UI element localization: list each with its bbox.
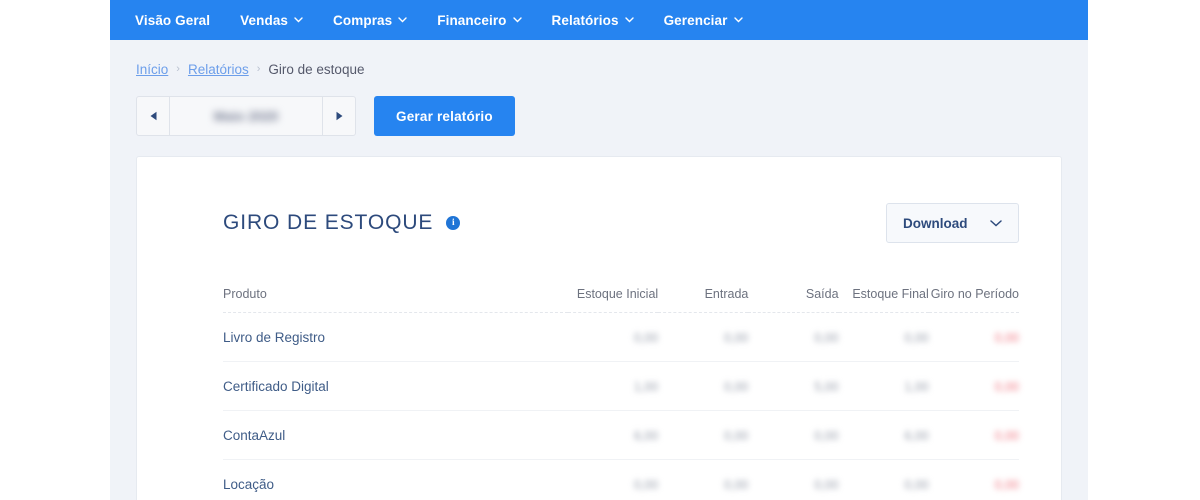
previous-period-button[interactable] [137,97,170,135]
cell-estoque-final: 0,00 [838,312,929,362]
value-estoque-inicial: 0,00 [633,478,659,492]
cell-giro: 0,00 [928,361,1019,411]
breadcrumb-item-relatorios[interactable]: Relatórios [188,62,249,77]
page-title: GIRO DE ESTOQUE [223,211,434,234]
value-estoque-final: 0,00 [904,331,929,345]
column-header-estoque-final: Estoque Final [838,287,929,313]
table-row[interactable]: ContaAzul 6,00 0,00 0,00 6,00 0,00 [223,410,1019,460]
column-header-produto: Produto [223,287,568,313]
value-giro: 0,00 [994,429,1019,443]
chevron-down-icon [512,17,522,23]
value-estoque-final: 0,00 [904,478,929,492]
value-entrada: 0,00 [724,331,749,345]
table-header: Produto Estoque Inicial Entrada Saída Es… [223,287,1019,313]
cell-giro: 0,00 [928,312,1019,362]
column-header-saida: Saída [748,287,839,313]
main-navbar: Visão Geral Vendas Compras Financeiro Re… [110,0,1088,40]
cell-estoque-final: 1,00 [838,361,929,411]
report-card-header: GIRO DE ESTOQUE i Download [223,203,1019,243]
value-giro: 0,00 [994,331,1019,345]
value-entrada: 0,00 [724,478,749,492]
value-estoque-final: 1,00 [904,380,929,394]
report-card: GIRO DE ESTOQUE i Download Produto Estoq… [136,156,1062,500]
cell-estoque-inicial: 0,00 [568,312,659,362]
cell-estoque-inicial: 0,00 [568,460,658,500]
nav-item-visao-geral[interactable]: Visão Geral [135,13,210,28]
table-row[interactable]: Livro de Registro 0,00 0,00 0,00 0,00 0,… [223,312,1019,362]
cell-produto: Livro de Registro [223,312,568,362]
cell-estoque-inicial: 6,00 [568,410,659,460]
value-estoque-final: 6,00 [904,429,929,443]
value-estoque-inicial: 0,00 [633,331,659,345]
chevron-down-icon [398,17,407,23]
period-picker: Maio 2020 [136,96,356,136]
breadcrumb-separator: › [256,63,261,75]
download-button-label: Download [903,215,968,231]
column-header-entrada: Entrada [658,287,749,313]
value-giro: 0,00 [994,478,1019,492]
cell-estoque-inicial: 1,00 [568,361,659,411]
cell-saida: 0,00 [748,460,838,500]
nav-item-label: Relatórios [551,12,619,28]
cell-entrada: 0,00 [658,460,748,500]
cell-entrada: 0,00 [658,410,749,460]
cell-saida: 0,00 [748,312,839,362]
nav-item-vendas[interactable]: Vendas [240,13,303,28]
value-saida: 0,00 [814,331,839,345]
nav-item-relatorios[interactable]: Relatórios [552,13,634,28]
nav-item-label: Vendas [240,12,289,28]
nav-item-label: Financeiro [437,12,507,28]
cell-entrada: 0,00 [658,312,749,362]
info-icon[interactable]: i [446,216,461,230]
table-row[interactable]: Certificado Digital 1,00 0,00 5,00 1,00 … [223,361,1019,411]
report-toolbar: Maio 2020 Gerar relatório [110,96,1088,136]
table-row[interactable]: Locação 0,00 0,00 0,00 0,00 0,00 [223,460,1019,500]
value-entrada: 0,00 [724,380,749,394]
cell-produto: ContaAzul [223,410,568,460]
chevron-down-icon [990,219,1002,227]
nav-item-label: Compras [333,12,393,28]
triangle-right-icon [336,111,342,121]
breadcrumb-separator: › [176,63,180,75]
cell-saida: 5,00 [748,361,839,411]
chevron-down-icon [624,17,634,23]
cell-produto: Locação [223,477,275,492]
nav-item-label: Visão Geral [135,12,211,28]
value-estoque-inicial: 1,00 [633,380,659,394]
cell-entrada: 0,00 [658,361,749,411]
breadcrumb-item-inicio[interactable]: Início [136,62,168,77]
value-saida: 0,00 [814,478,839,492]
download-button[interactable]: Download [886,203,1019,243]
app-page: Visão Geral Vendas Compras Financeiro Re… [110,0,1088,500]
report-title-group: GIRO DE ESTOQUE i [223,211,461,235]
table-header-row: Produto Estoque Inicial Entrada Saída Es… [223,287,1019,313]
inventory-turnover-table: Produto Estoque Inicial Entrada Saída Es… [223,287,1019,500]
cell-estoque-final: 6,00 [838,410,929,460]
table-body: Livro de Registro 0,00 0,00 0,00 0,00 0,… [223,312,1019,500]
nav-item-compras[interactable]: Compras [333,13,407,28]
nav-item-label: Gerenciar [663,12,728,28]
triangle-left-icon [150,111,156,121]
chevron-down-icon [733,17,743,23]
value-entrada: 0,00 [724,429,749,443]
value-giro: 0,00 [994,380,1019,394]
breadcrumb-item-current: Giro de estoque [268,61,365,77]
value-estoque-inicial: 6,00 [633,429,659,443]
cell-giro: 0,00 [928,410,1019,460]
cell-saida: 0,00 [748,410,839,460]
cell-giro: 0,00 [929,460,1019,500]
cell-estoque-final: 0,00 [839,460,929,500]
chevron-down-icon [294,17,303,23]
cell-produto: Certificado Digital [223,361,568,411]
nav-item-gerenciar[interactable]: Gerenciar [664,13,743,28]
generate-report-button[interactable]: Gerar relatório [374,96,515,136]
next-period-button[interactable] [322,97,355,135]
nav-item-financeiro[interactable]: Financeiro [437,12,522,28]
column-header-estoque-inicial: Estoque Inicial [568,287,659,313]
breadcrumb: Início › Relatórios › Giro de estoque [110,60,1088,78]
period-value[interactable]: Maio 2020 [170,97,322,135]
column-header-giro-no-periodo: Giro no Período [928,287,1019,313]
value-saida: 0,00 [814,429,839,443]
value-saida: 5,00 [814,380,839,394]
